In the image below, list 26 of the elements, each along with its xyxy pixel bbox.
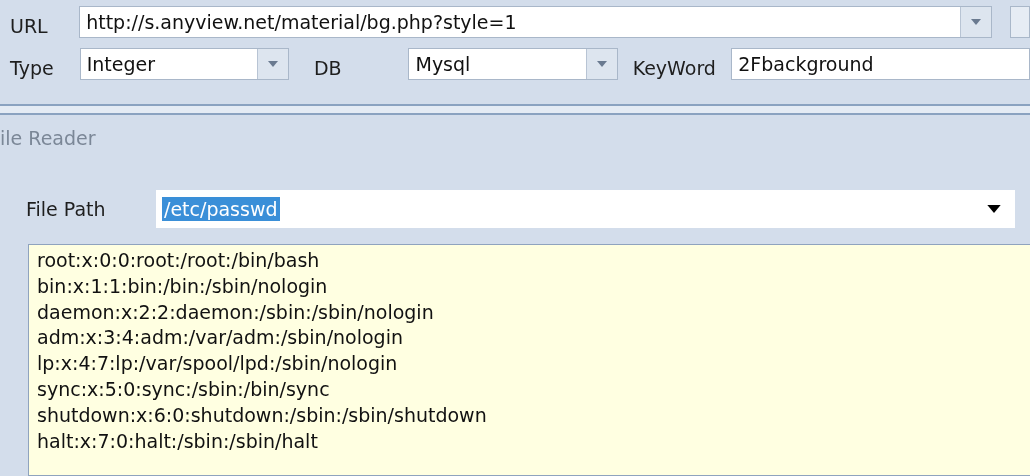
output-line: bin:x:1:1:bin:/bin:/sbin/nologin: [37, 273, 329, 299]
caret-icon: [267, 61, 278, 67]
type-dropdown[interactable]: Integer: [79, 48, 289, 80]
keyword-label: KeyWord: [631, 56, 717, 79]
file-path-label: File Path: [26, 198, 107, 220]
caret-icon: [596, 61, 607, 67]
keyword-field[interactable]: 2Fbackground: [731, 48, 1030, 80]
output-line: halt:x:7:0:halt:/sbin:/sbin/halt: [37, 428, 319, 454]
dropdown-button[interactable]: [960, 7, 992, 37]
dropdown-button[interactable]: [585, 49, 617, 79]
db-label: DB: [312, 56, 343, 79]
output-line: adm:x:3:4:adm:/var/adm:/sbin/nologin: [37, 325, 404, 351]
section-title: ile Reader: [0, 127, 97, 151]
url-field[interactable]: http://s.anyview.net/material/bg.php?style=1: [79, 6, 993, 38]
type-label: Type: [10, 56, 55, 79]
db-dropdown[interactable]: Mysql: [408, 48, 618, 80]
file-path-text: /etc/passwd: [162, 197, 280, 221]
url-label: URL: [10, 14, 49, 37]
output-line: root:x:0:0:root:/root:/bin/bash: [37, 248, 321, 273]
dropdown-button[interactable]: [256, 49, 288, 79]
caret-icon: [971, 19, 982, 25]
output-line: sync:x:5:0:sync:/sbin:/bin/sync: [37, 377, 331, 402]
output-line: daemon:x:2:2:daemon:/sbin:/sbin/nologin: [37, 299, 435, 325]
caret-icon: [987, 205, 1001, 213]
output-line: shutdown:x:6:0:shutdown:/sbin:/sbin/shutdown: [37, 402, 488, 428]
output-line: lp:x:4:7:lp:/var/spool/lpd:/sbin/nologin: [37, 351, 399, 377]
